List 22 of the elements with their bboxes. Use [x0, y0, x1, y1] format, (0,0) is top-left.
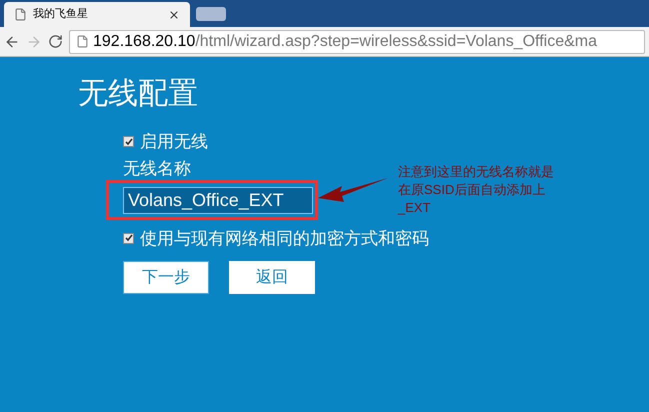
annotation-arrow [318, 178, 388, 204]
ssid-label: 无线名称 [123, 158, 191, 178]
page-title: 无线配置 [78, 79, 199, 109]
reload-icon[interactable] [48, 34, 63, 49]
tab-title: 我的飞鱼星 [33, 7, 89, 22]
form-button[interactable]: 下一步 [123, 261, 209, 294]
address-bar[interactable]: 192.168.20.10/html/wizard.asp?step=wireless&ssid=Volans_Office&ma [69, 30, 645, 54]
checkbox[interactable] [123, 232, 134, 244]
page-icon [14, 8, 27, 21]
back-icon[interactable] [4, 34, 20, 50]
page-icon [76, 35, 89, 48]
annotation-note: 注意到这里的无线名称就是 在原SSID后面自动添加上 _EXT [398, 163, 554, 217]
checkbox-label: 启用无线 [140, 131, 208, 153]
url-text: 192.168.20.10/html/wizard.asp?step=wireless&ssid=Volans_Office&ma [93, 32, 597, 52]
browser-tab[interactable]: 我的飞鱼星 [4, 2, 190, 27]
form-button[interactable]: 返回 [229, 261, 315, 294]
checkbox-label: 使用与现有网络相同的加密方式和密码 [140, 228, 429, 250]
close-icon[interactable] [168, 8, 180, 20]
ssid-input[interactable]: Volans_Office_EXT [123, 186, 313, 214]
checkbox[interactable] [123, 136, 134, 148]
checkmark-icon [124, 234, 132, 242]
checkmark-icon [124, 138, 132, 146]
